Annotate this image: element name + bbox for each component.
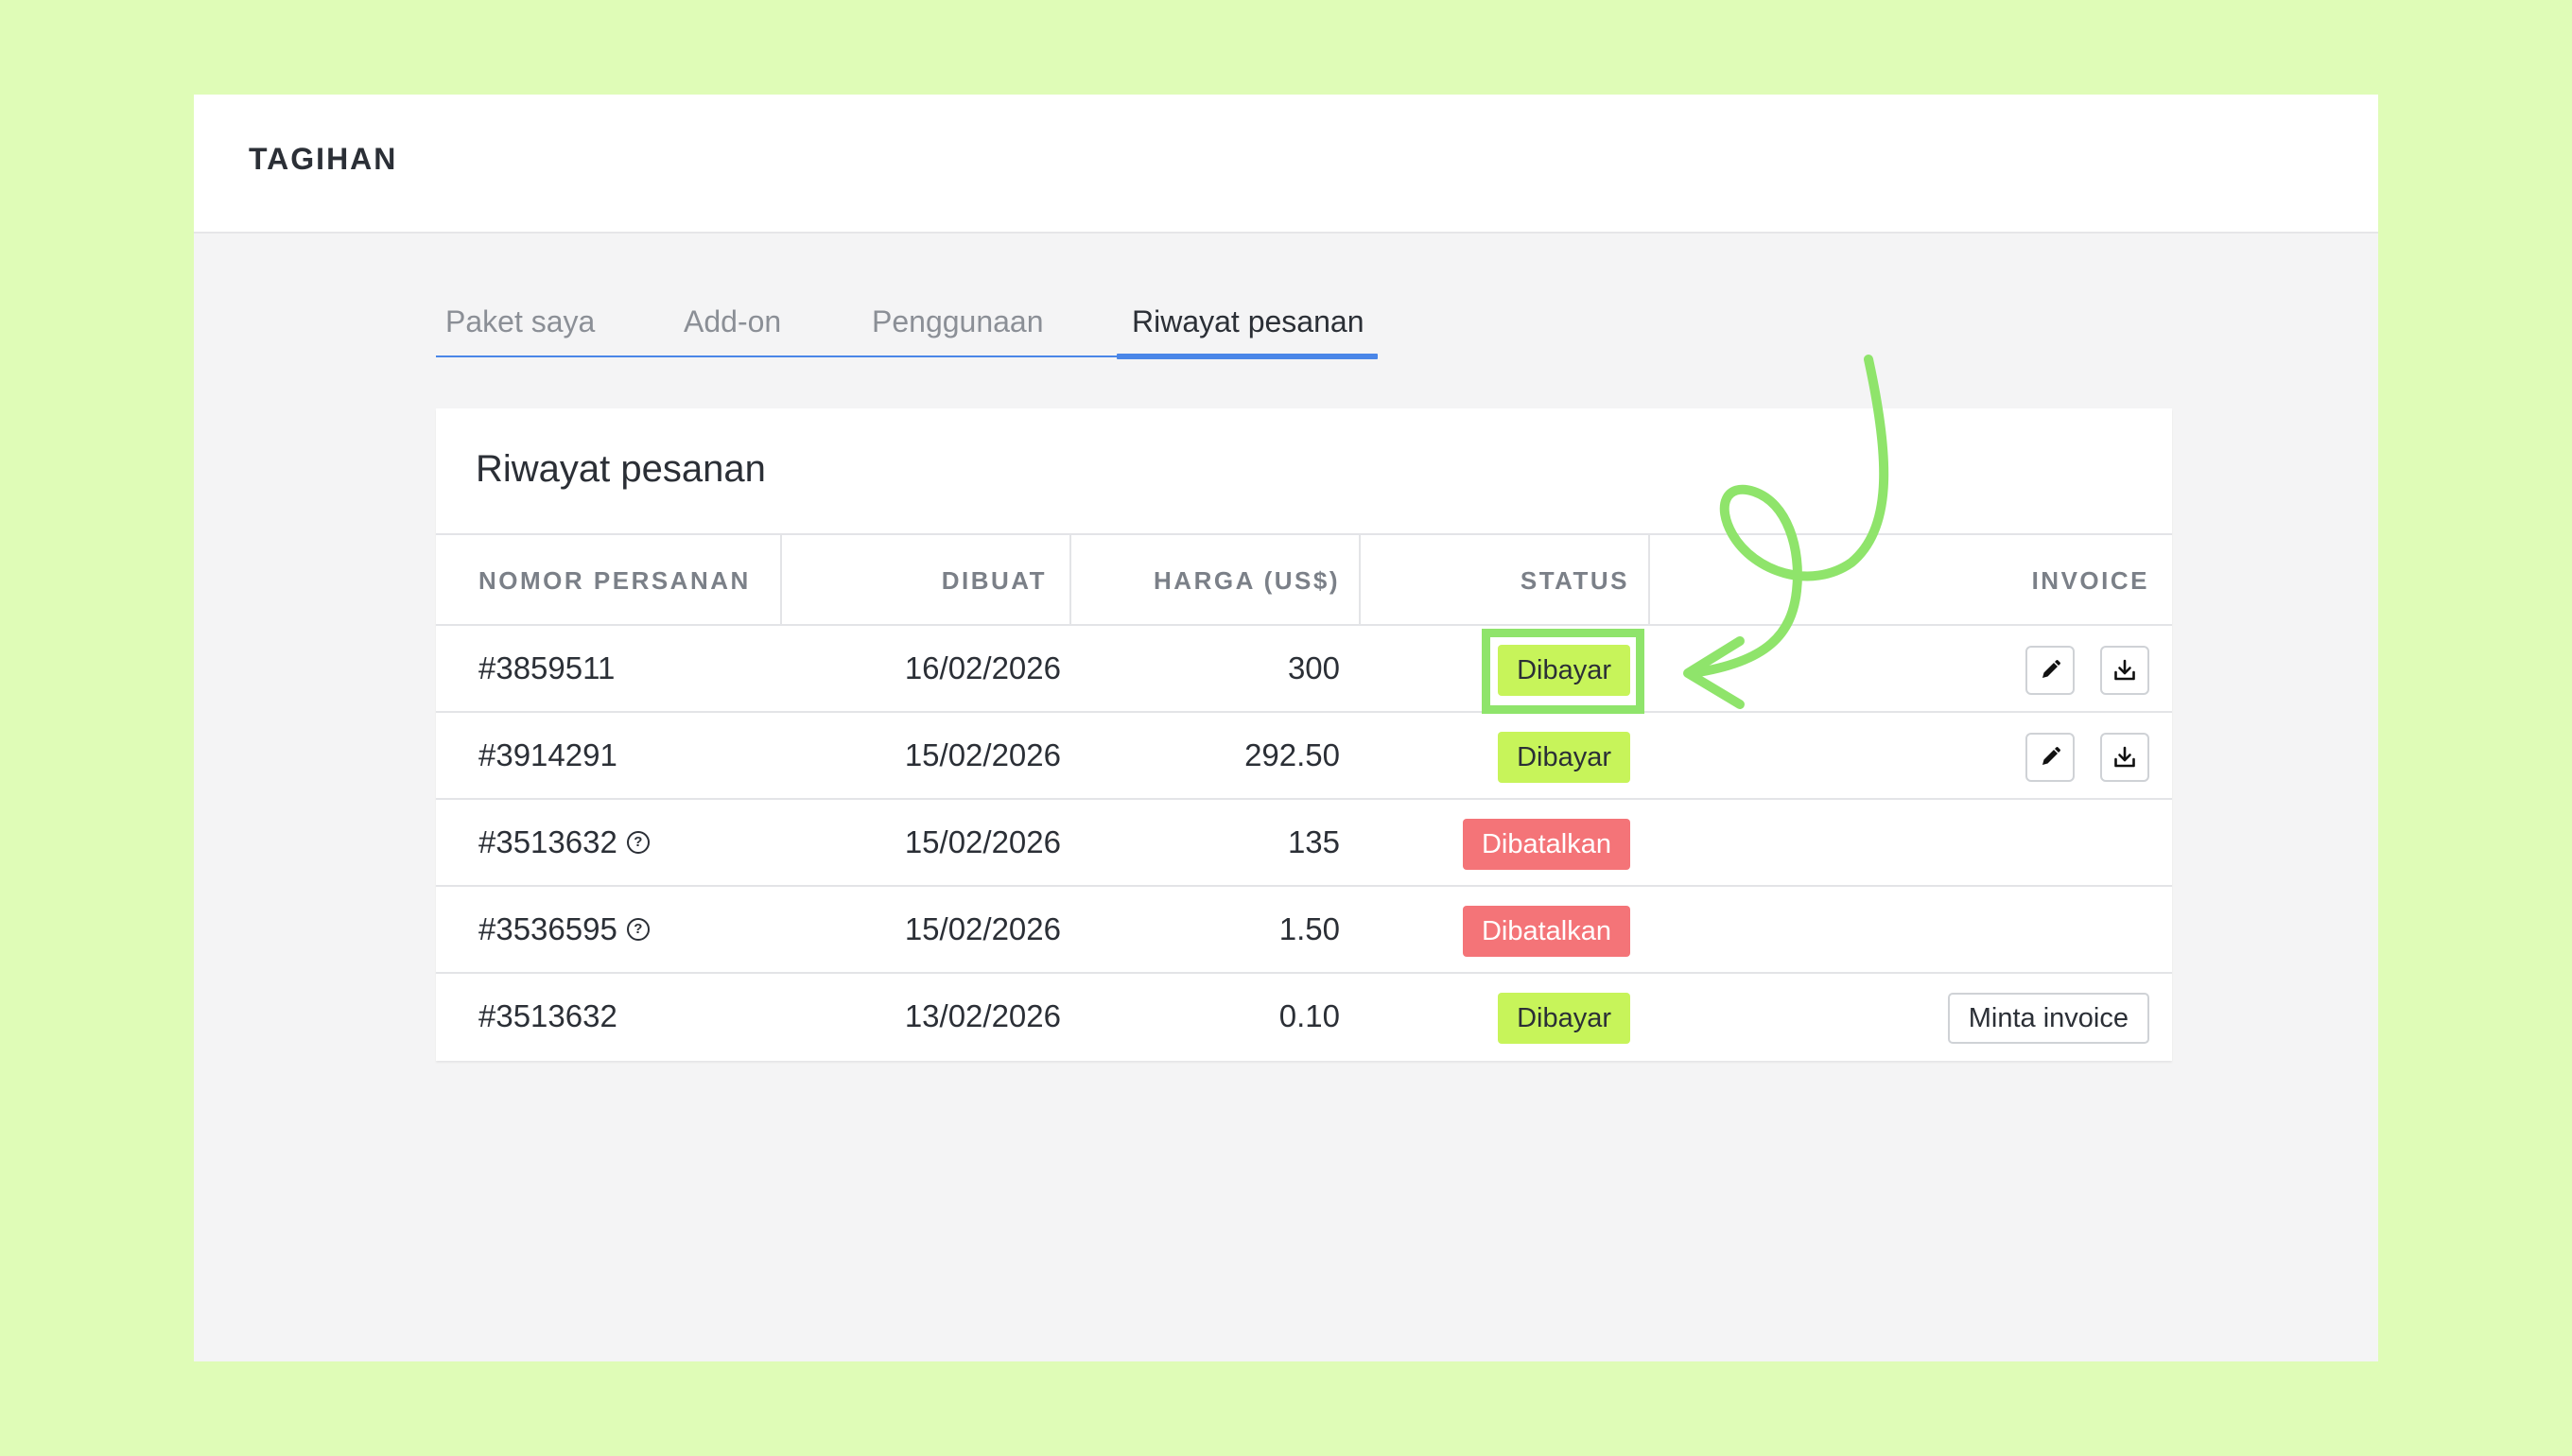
download-icon	[2114, 659, 2135, 681]
column-header-order-number: NOMOR PERSANAN	[436, 535, 782, 626]
status-badge: Dibatalkan	[1462, 819, 1630, 871]
download-icon	[2114, 746, 2135, 768]
tab-penggunaan[interactable]: Penggunaan	[872, 304, 1044, 339]
order-created-date: 15/02/2026	[904, 911, 1061, 946]
download-invoice-button[interactable]	[2100, 733, 2149, 783]
question-circle-icon[interactable]: ?	[626, 918, 650, 942]
billing-tabs: Paket saya Add-on Penggunaan Riwayat pes…	[436, 295, 1378, 359]
tab-riwayat-pesanan[interactable]: Riwayat pesanan	[1132, 304, 1364, 339]
question-circle-icon[interactable]: ?	[626, 831, 650, 855]
order-number-cell: #3513632?	[478, 800, 650, 885]
invoice-cell: Minta invoice	[1947, 974, 2149, 1059]
invoice-cell	[2008, 713, 2149, 798]
download-invoice-button[interactable]	[2100, 646, 2149, 696]
active-tab-indicator	[1117, 354, 1378, 359]
order-number: #3914291	[478, 737, 617, 772]
order-created-date: 13/02/2026	[904, 998, 1061, 1033]
status-badge: Dibayar	[1498, 993, 1630, 1045]
order-number: #3536595	[478, 911, 617, 946]
status-badge: Dibatalkan	[1462, 906, 1630, 958]
table-row: #3914291 15/02/2026 292.50 Dibayar	[436, 713, 2172, 800]
order-number-cell: #3536595?	[478, 887, 650, 972]
order-created-date: 15/02/2026	[904, 824, 1061, 859]
order-history-table: NOMOR PERSANAN DIBUAT HARGA (US$) STATUS…	[436, 533, 2172, 1061]
column-header-invoice: INVOICE	[2031, 566, 2149, 595]
order-price: 0.10	[1278, 998, 1340, 1033]
status-cell: Dibayar	[1498, 626, 1630, 711]
order-price: 300	[1287, 650, 1340, 685]
status-cell: Dibatalkan	[1462, 887, 1630, 972]
status-badge: Dibayar	[1498, 732, 1630, 784]
order-created-date: 16/02/2026	[904, 650, 1061, 685]
pencil-icon	[2042, 660, 2060, 679]
order-created-date: 15/02/2026	[904, 737, 1061, 772]
tab-add-on[interactable]: Add-on	[684, 304, 781, 339]
order-number: #3513632	[478, 824, 617, 859]
edit-invoice-button[interactable]	[2025, 733, 2075, 783]
column-header-status: STATUS	[1361, 535, 1650, 626]
order-number: #3513632	[478, 998, 617, 1033]
page-header: TAGIHAN	[194, 95, 2378, 234]
tab-paket-saya[interactable]: Paket saya	[445, 304, 595, 339]
column-header-created: DIBUAT	[782, 535, 1071, 626]
invoice-cell	[2008, 626, 2149, 711]
table-row: #3536595? 15/02/2026 1.50 Dibatalkan	[436, 887, 2172, 974]
order-price: 1.50	[1278, 911, 1340, 946]
table-row: #3859511 16/02/2026 300 Dibayar	[436, 626, 2172, 713]
billing-window: TAGIHAN Paket saya Add-on Penggunaan Riw…	[194, 95, 2378, 1361]
edit-invoice-button[interactable]	[2025, 646, 2075, 696]
order-price: 292.50	[1244, 737, 1340, 772]
request-invoice-button[interactable]: Minta invoice	[1947, 993, 2149, 1045]
order-history-card: Riwayat pesanan NOMOR PERSANAN DIBUAT HA…	[436, 408, 2172, 1061]
table-row: #3513632 13/02/2026 0.10 Dibayar Minta i…	[436, 974, 2172, 1061]
pencil-icon	[2042, 747, 2060, 766]
table-header: NOMOR PERSANAN DIBUAT HARGA (US$) STATUS…	[436, 533, 2172, 626]
card-title: Riwayat pesanan	[476, 448, 766, 490]
column-header-price: HARGA (US$)	[1071, 535, 1361, 626]
order-number: #3859511	[478, 650, 616, 685]
status-cell: Dibatalkan	[1462, 800, 1630, 885]
status-cell: Dibayar	[1498, 974, 1630, 1059]
status-badge: Dibayar	[1498, 645, 1630, 697]
table-row: #3513632? 15/02/2026 135 Dibatalkan	[436, 800, 2172, 887]
status-cell: Dibayar	[1498, 713, 1630, 798]
page-title: TAGIHAN	[249, 142, 398, 176]
order-price: 135	[1287, 824, 1340, 859]
